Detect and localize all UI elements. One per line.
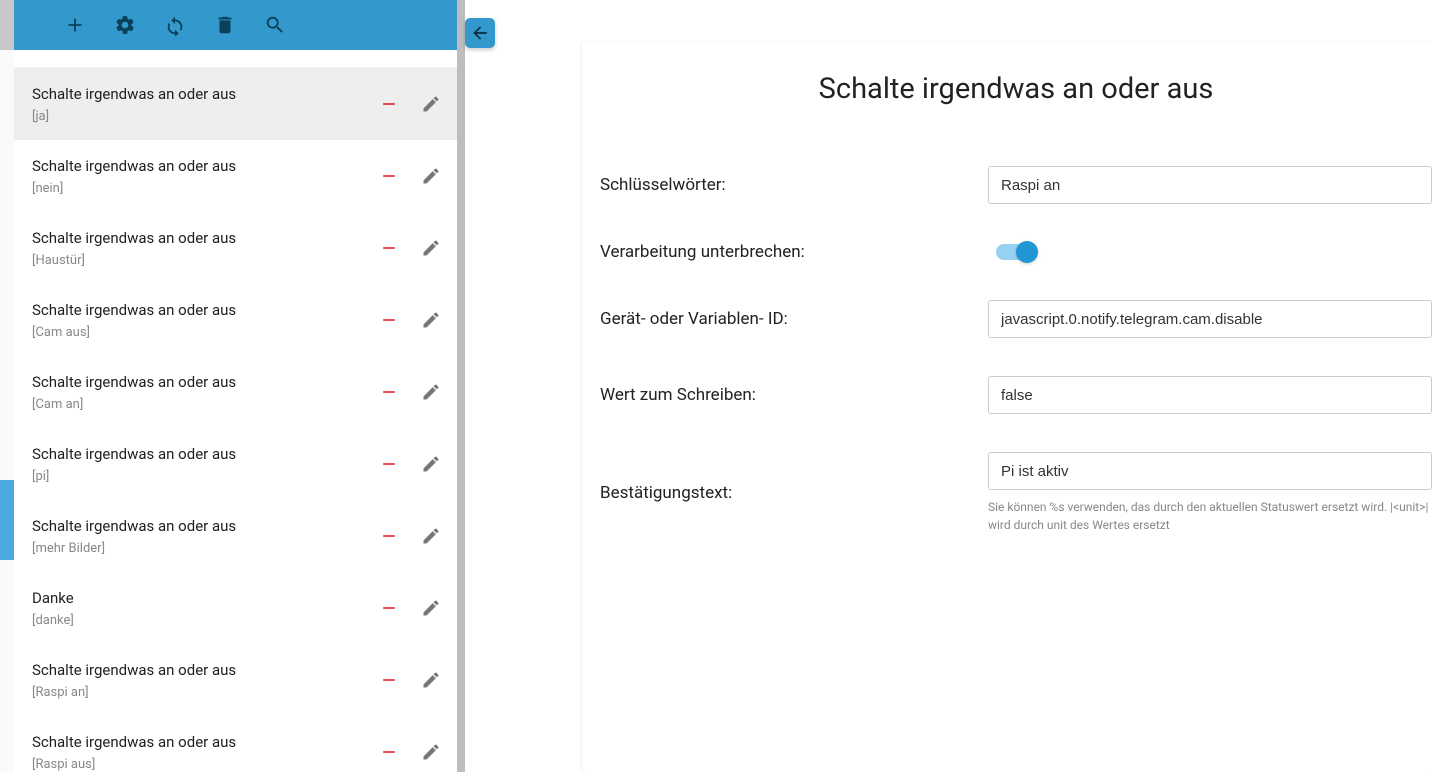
item-subtitle: [danke] [32,613,379,628]
list-item[interactable]: Schalte irgendwas an oder aus [mehr Bilde… [14,500,457,572]
item-title: Schalte irgendwas an oder aus [32,83,379,106]
item-subtitle: [Haustür] [32,253,379,268]
list-item[interactable]: Schalte irgendwas an oder aus [Cam aus] [14,284,457,356]
label-device-id: Gerät- oder Variablen- ID: [600,309,988,329]
list-item[interactable]: Schalte irgendwas an oder aus [Haustür] [14,212,457,284]
item-subtitle: [pi] [32,469,379,484]
row-write-value: Wert zum Schreiben: [600,376,1432,414]
list-item[interactable]: Schalte irgendwas an oder aus [pi] [14,428,457,500]
list-item[interactable]: Schalte irgendwas an oder aus [Raspi aus] [14,716,457,772]
remove-icon[interactable] [379,310,399,330]
item-subtitle: [mehr Bilder] [32,541,379,556]
remove-icon[interactable] [379,454,399,474]
sidebar-spacer [14,50,457,68]
left-edge-strip [0,0,14,772]
item-title: Danke [32,587,379,610]
edit-icon[interactable] [421,454,441,474]
row-device-id: Gerät- oder Variablen- ID: [600,300,1432,338]
item-title: Schalte irgendwas an oder aus [32,155,379,178]
item-subtitle: [Raspi aus] [32,757,379,772]
remove-icon[interactable] [379,94,399,114]
remove-icon[interactable] [379,526,399,546]
remove-icon[interactable] [379,238,399,258]
item-title: Schalte irgendwas an oder aus [32,443,379,466]
input-device-id[interactable] [988,300,1432,338]
edit-icon[interactable] [421,742,441,762]
toggle-interrupt[interactable] [996,244,1034,260]
item-title: Schalte irgendwas an oder aus [32,731,379,754]
input-keywords[interactable] [988,166,1432,204]
add-icon[interactable] [64,14,86,36]
detail-panel: Schalte irgendwas an oder aus Schlüsselw… [582,42,1432,772]
edit-icon[interactable] [421,94,441,114]
edit-icon[interactable] [421,670,441,690]
row-keywords: Schlüsselwörter: [600,166,1432,204]
remove-icon[interactable] [379,742,399,762]
delete-icon[interactable] [214,14,236,36]
panel-divider[interactable] [457,0,465,772]
remove-icon[interactable] [379,670,399,690]
item-title: Schalte irgendwas an oder aus [32,371,379,394]
item-title: Schalte irgendwas an oder aus [32,659,379,682]
row-confirm-text: Bestätigungstext: Sie können %s verwende… [600,452,1432,534]
search-icon[interactable] [264,14,286,36]
detail-title: Schalte irgendwas an oder aus [600,72,1432,106]
item-title: Schalte irgendwas an oder aus [32,227,379,250]
hint-confirm-text: Sie können %s verwenden, das durch den a… [988,498,1432,534]
gear-icon[interactable] [114,14,136,36]
list-item[interactable]: Schalte irgendwas an oder aus [Cam an] [14,356,457,428]
rules-list[interactable]: Schalte irgendwas an oder aus[ja]Schalte… [14,68,457,772]
edit-icon[interactable] [421,598,441,618]
label-confirm-text: Bestätigungstext: [600,483,988,503]
list-item[interactable]: Schalte irgendwas an oder aus [nein] [14,140,457,212]
list-item[interactable]: Danke [danke] [14,572,457,644]
edit-icon[interactable] [421,238,441,258]
back-button[interactable] [465,18,495,48]
item-title: Schalte irgendwas an oder aus [32,515,379,538]
refresh-icon[interactable] [164,14,186,36]
remove-icon[interactable] [379,598,399,618]
sidebar-toolbar [14,0,457,50]
label-interrupt: Verarbeitung unterbrechen: [600,242,988,262]
item-subtitle: [Raspi an] [32,685,379,700]
row-interrupt: Verarbeitung unterbrechen: [600,242,1432,262]
item-subtitle: [Cam aus] [32,325,379,340]
list-item[interactable]: Schalte irgendwas an oder aus [Raspi an] [14,644,457,716]
edit-icon[interactable] [421,526,441,546]
list-item[interactable]: Schalte irgendwas an oder aus [ja] [14,68,457,140]
remove-icon[interactable] [379,166,399,186]
item-subtitle: [nein] [32,181,379,196]
item-title: Schalte irgendwas an oder aus [32,299,379,322]
label-keywords: Schlüsselwörter: [600,175,988,195]
sidebar: Schalte irgendwas an oder aus[ja]Schalte… [14,0,457,772]
label-write-value: Wert zum Schreiben: [600,385,988,405]
edit-icon[interactable] [421,382,441,402]
edit-icon[interactable] [421,166,441,186]
item-subtitle: [ja] [32,109,379,124]
input-confirm-text[interactable] [988,452,1432,490]
item-subtitle: [Cam an] [32,397,379,412]
remove-icon[interactable] [379,382,399,402]
input-write-value[interactable] [988,376,1432,414]
edit-icon[interactable] [421,310,441,330]
